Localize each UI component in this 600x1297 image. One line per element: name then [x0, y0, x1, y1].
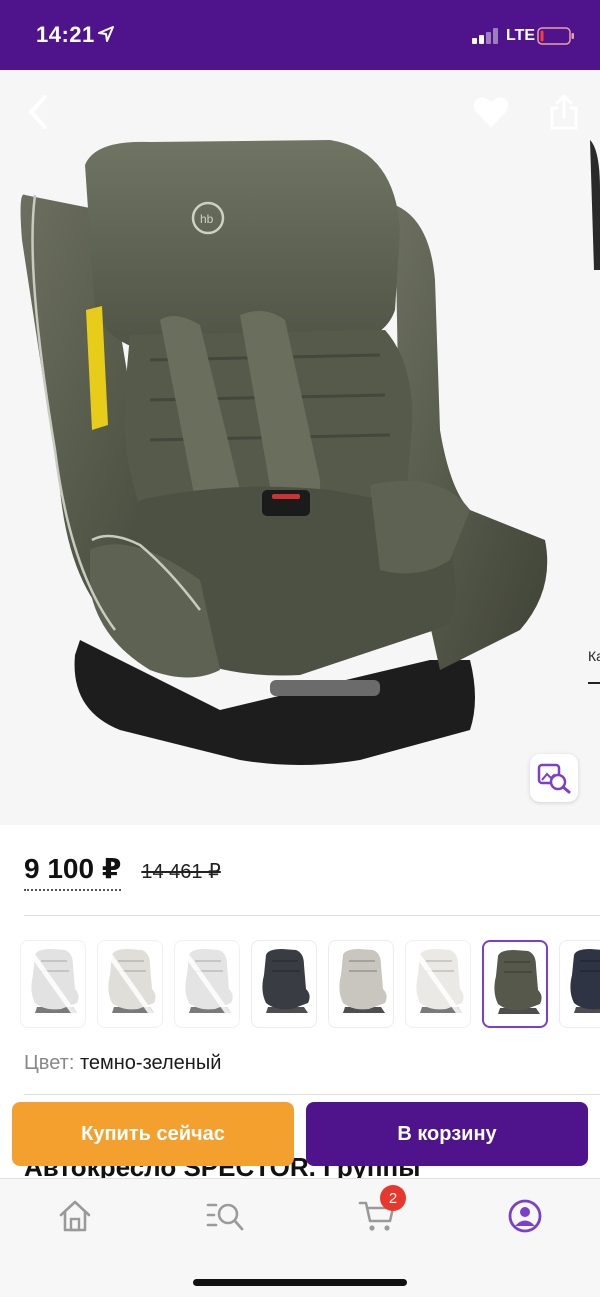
favorite-button[interactable]	[470, 92, 512, 132]
color-variant[interactable]	[559, 940, 600, 1028]
catalog-search-icon	[206, 1203, 244, 1231]
color-label: Цвет:	[24, 1052, 75, 1074]
divider	[24, 915, 600, 916]
color-row: Цвет: темно-зеленый	[24, 1052, 221, 1075]
image-search-icon	[537, 763, 571, 794]
home-icon	[59, 1200, 91, 1232]
color-variant[interactable]	[405, 940, 471, 1028]
variant-thumbnail-image	[178, 945, 238, 1025]
variant-thumbnail-image	[24, 945, 84, 1025]
color-variants	[20, 940, 600, 1028]
variant-thumbnail-image	[339, 949, 387, 1013]
current-price[interactable]: 9 100 ₽	[24, 852, 122, 891]
home-indicator	[193, 1279, 407, 1286]
color-variant[interactable]	[482, 940, 548, 1028]
variant-thumbnail-image	[101, 945, 161, 1025]
color-variant[interactable]	[97, 940, 163, 1028]
color-variant[interactable]	[328, 940, 394, 1028]
color-variant[interactable]	[20, 940, 86, 1028]
signal-icon	[472, 28, 500, 44]
back-button[interactable]	[20, 92, 56, 132]
old-price: 14 461 ₽	[141, 861, 221, 883]
buy-now-button[interactable]: Купить сейчас	[12, 1102, 294, 1166]
battery-icon	[537, 27, 574, 45]
location-arrow-icon	[98, 26, 114, 42]
variant-thumbnail-image	[262, 949, 310, 1013]
profile-icon	[508, 1199, 542, 1233]
cart-badge: 2	[380, 1185, 406, 1211]
tab-profile[interactable]	[500, 1191, 550, 1241]
next-image-peek-line	[588, 682, 600, 684]
product-page: 14:21 LTE hb К 9 100 ₽ 14 461 ₽ Цвет: те…	[0, 0, 600, 1297]
share-icon	[550, 94, 578, 130]
add-to-cart-button[interactable]: В корзину	[306, 1102, 588, 1166]
color-variant[interactable]	[174, 940, 240, 1028]
color-value: темно-зеленый	[79, 1052, 222, 1074]
tab-cart[interactable]: 2	[352, 1185, 406, 1241]
tab-catalog[interactable]	[200, 1191, 250, 1241]
next-image-peek-text: Ка	[588, 648, 600, 664]
variant-thumbnail-image	[494, 950, 542, 1014]
product-image-gallery[interactable]: hb К	[0, 70, 600, 825]
variant-thumbnail-image	[409, 945, 469, 1025]
color-variant[interactable]	[251, 940, 317, 1028]
variant-thumbnail-image	[570, 949, 600, 1013]
status-time: 14:21	[36, 22, 95, 47]
share-button[interactable]	[544, 90, 584, 134]
product-image: hb	[20, 140, 600, 765]
svg-text:hb: hb	[200, 212, 214, 226]
divider	[24, 1094, 600, 1095]
chevron-left-icon	[29, 95, 47, 129]
tab-home[interactable]	[50, 1191, 100, 1241]
network-type: LTE	[506, 27, 536, 44]
status-bar: 14:21 LTE	[0, 0, 600, 70]
image-search-button[interactable]	[530, 754, 578, 802]
heart-icon	[473, 97, 509, 127]
price-row: 9 100 ₽ 14 461 ₽	[24, 852, 221, 892]
